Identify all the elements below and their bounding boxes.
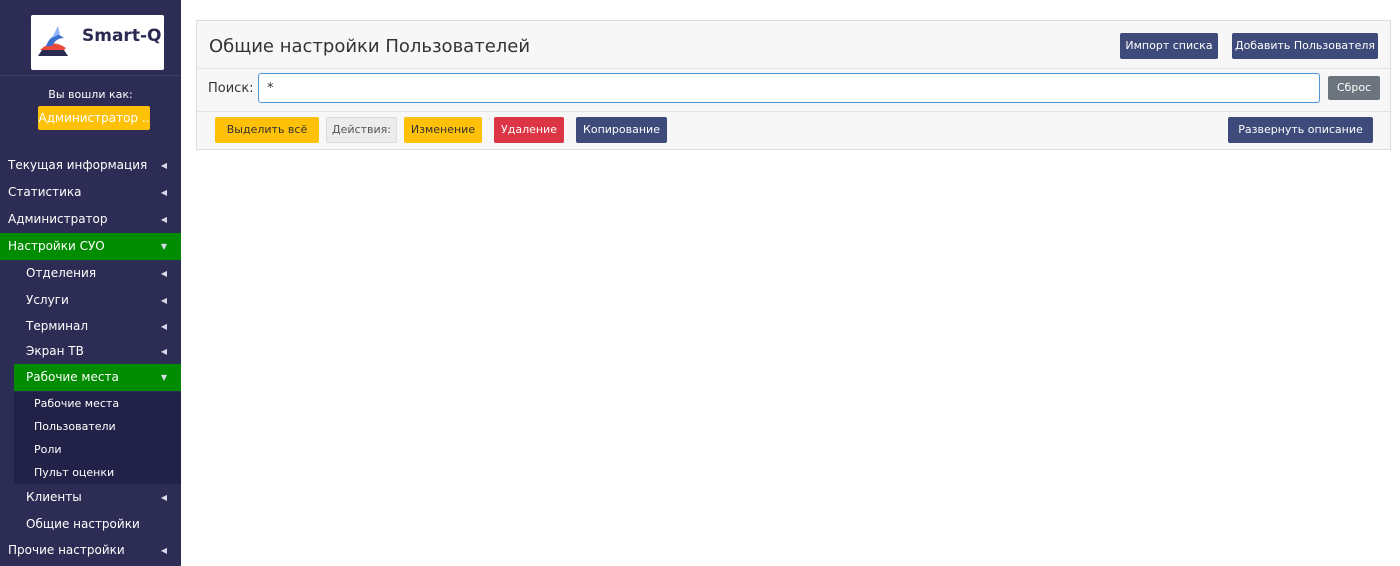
user-button[interactable]: Администратор .. (38, 106, 150, 130)
sidebar-item-administrator[interactable]: Администратор ◀ (0, 206, 181, 233)
sidebar-item-label: Клиенты (26, 490, 82, 504)
chevron-left-icon: ◀ (160, 269, 167, 278)
select-all-button[interactable]: Выделить всё (215, 117, 319, 143)
chevron-left-icon: ◀ (160, 161, 167, 170)
sidebar-subitem-workplaces[interactable]: Рабочие места (14, 392, 181, 415)
logo-area: Smart-Q (0, 0, 181, 76)
chevron-down-icon: ▼ (160, 242, 167, 251)
sidebar-item-label: Пульт оценки (34, 466, 115, 479)
users-settings-panel: Общие настройки Пользователей Импорт спи… (196, 20, 1391, 150)
chevron-left-icon: ◀ (160, 347, 167, 356)
reset-button[interactable]: Сброс (1328, 76, 1380, 100)
sidebar-item-other-settings[interactable]: Прочие настройки ◀ (0, 537, 181, 564)
sidebar-item-services[interactable]: Услуги ◀ (14, 287, 181, 314)
chevron-left-icon: ◀ (160, 493, 167, 502)
chevron-left-icon: ◀ (160, 322, 167, 331)
sidebar: Smart-Q Вы вошли как: Администратор .. Т… (0, 0, 181, 566)
sidebar-item-label: Пользователи (34, 420, 116, 433)
logo[interactable]: Smart-Q (31, 15, 164, 70)
search-input[interactable] (258, 73, 1320, 103)
delete-button[interactable]: Удаление (494, 117, 564, 143)
search-label: Поиск: (208, 81, 254, 96)
sidebar-item-label: Терминал (26, 319, 89, 333)
add-user-button[interactable]: Добавить Пользователя (1232, 33, 1378, 59)
sidebar-subitem-rating-panel[interactable]: Пульт оценки (14, 461, 181, 484)
chevron-left-icon: ◀ (160, 546, 167, 555)
actions-label: Действия: (326, 117, 397, 143)
sidebar-item-tv-screen[interactable]: Экран ТВ ◀ (14, 338, 181, 365)
sidebar-item-clients[interactable]: Клиенты ◀ (14, 484, 181, 511)
logo-text: Smart-Q (82, 26, 162, 46)
divider (197, 68, 1390, 69)
divider (197, 111, 1390, 112)
sidebar-item-suo-settings[interactable]: Настройки СУО ▼ (0, 233, 181, 260)
sidebar-item-label: Рабочие места (34, 397, 120, 410)
sidebar-item-label: Отделения (26, 266, 97, 280)
sidebar-item-departments[interactable]: Отделения ◀ (14, 260, 181, 287)
sidebar-item-label: Администратор (8, 212, 108, 226)
sidebar-item-label: Рабочие места (26, 370, 119, 384)
sidebar-item-label: Роли (34, 443, 62, 456)
copy-button[interactable]: Копирование (576, 117, 667, 143)
sidebar-item-workplaces[interactable]: Рабочие места ▼ (14, 364, 181, 391)
chevron-left-icon: ◀ (160, 188, 167, 197)
page-title: Общие настройки Пользователей (209, 36, 531, 57)
sidebar-item-terminal[interactable]: Терминал ◀ (14, 313, 181, 340)
logo-icon (38, 26, 68, 56)
sidebar-item-label: Статистика (8, 185, 82, 199)
expand-description-button[interactable]: Развернуть описание (1228, 117, 1373, 143)
sidebar-item-label: Прочие настройки (8, 543, 125, 557)
edit-button[interactable]: Изменение (404, 117, 482, 143)
import-list-button[interactable]: Импорт списка (1120, 33, 1218, 59)
sidebar-item-label: Экран ТВ (26, 344, 84, 358)
sidebar-item-current-info[interactable]: Текущая информация ◀ (0, 152, 181, 179)
chevron-left-icon: ◀ (160, 215, 167, 224)
sidebar-item-label: Настройки СУО (8, 239, 105, 253)
sidebar-item-label: Текущая информация (8, 158, 148, 172)
sidebar-subitem-roles[interactable]: Роли (14, 438, 181, 461)
sidebar-item-label: Услуги (26, 293, 69, 307)
logged-in-label: Вы вошли как: (48, 88, 133, 101)
chevron-down-icon: ▼ (160, 373, 167, 382)
sidebar-item-general-settings[interactable]: Общие настройки (14, 511, 181, 538)
sidebar-item-label: Общие настройки (26, 517, 140, 531)
chevron-left-icon: ◀ (160, 296, 167, 305)
sidebar-subitem-users[interactable]: Пользователи (14, 415, 181, 438)
sidebar-item-statistics[interactable]: Статистика ◀ (0, 179, 181, 206)
